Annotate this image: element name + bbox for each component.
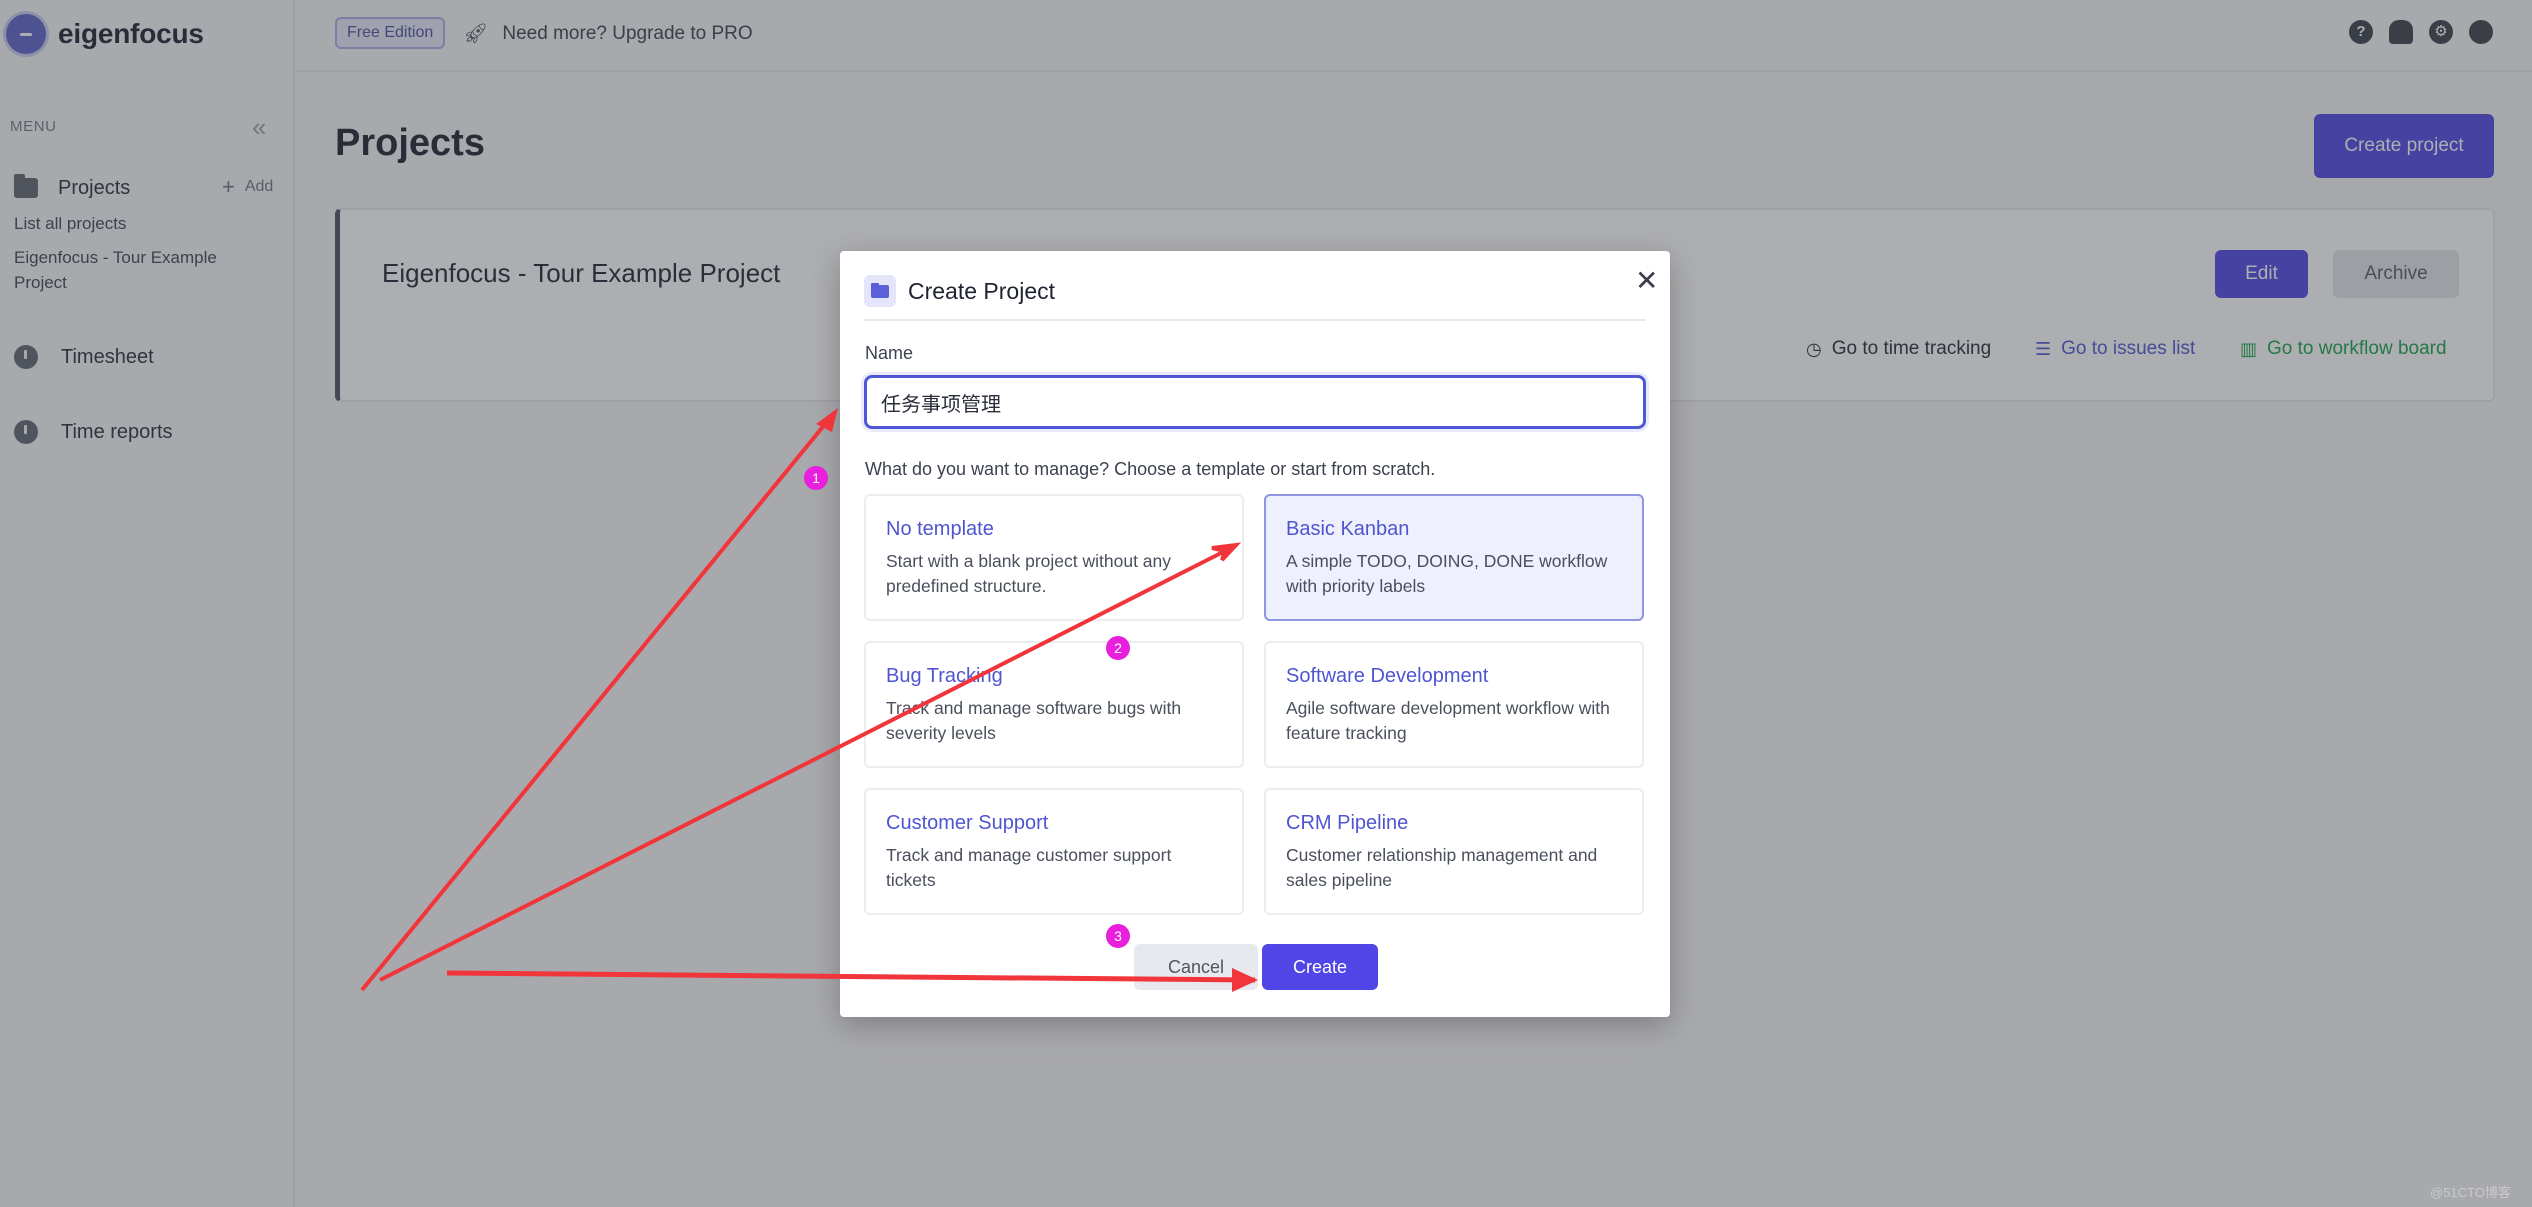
template-name: Software Development — [1286, 665, 1489, 687]
template-option-no-template[interactable]: No template Start with a blank project w… — [864, 494, 1244, 621]
template-option-basic-kanban[interactable]: Basic Kanban A simple TODO, DOING, DONE … — [1264, 494, 1644, 621]
step-badge-2: 2 — [1106, 636, 1130, 660]
cancel-button[interactable]: Cancel — [1134, 944, 1258, 990]
template-description: Customer relationship management and sal… — [1286, 845, 1598, 890]
template-option-crm-pipeline[interactable]: CRM Pipeline Customer relationship manag… — [1264, 788, 1644, 915]
template-option-bug-tracking[interactable]: Bug Tracking Track and manage software b… — [864, 641, 1244, 768]
step-badge-1: 1 — [804, 466, 828, 490]
template-description: Track and manage software bugs with seve… — [886, 698, 1182, 743]
step-badge-3: 3 — [1106, 924, 1130, 948]
template-name: Customer Support — [886, 812, 1049, 834]
template-description: Track and manage customer support ticket… — [886, 845, 1172, 890]
template-description: Agile software development workflow with… — [1286, 698, 1610, 743]
template-name: CRM Pipeline — [1286, 812, 1409, 834]
template-option-customer-support[interactable]: Customer Support Track and manage custom… — [864, 788, 1244, 915]
project-name-input[interactable] — [864, 375, 1646, 429]
template-prompt: What do you want to manage? Choose a tem… — [865, 459, 1436, 479]
name-label: Name — [865, 343, 914, 363]
template-name: Basic Kanban — [1286, 518, 1410, 540]
create-button[interactable]: Create — [1262, 944, 1378, 990]
template-name: No template — [886, 518, 994, 540]
template-description: A simple TODO, DOING, DONE workflow with… — [1286, 551, 1608, 596]
modal-title: Create Project — [908, 278, 1056, 304]
watermark: @51CTO博客 — [2430, 1185, 2511, 1200]
template-option-software-development[interactable]: Software Development Agile software deve… — [1264, 641, 1644, 768]
close-icon[interactable]: ✕ — [1635, 267, 1658, 295]
template-description: Start with a blank project without any p… — [886, 551, 1172, 596]
template-name: Bug Tracking — [886, 665, 1003, 687]
modal-header: Create Project — [864, 275, 1646, 321]
create-project-modal: Create Project ✕ Name What do you want t… — [840, 251, 1670, 1017]
folder-icon — [864, 275, 896, 307]
